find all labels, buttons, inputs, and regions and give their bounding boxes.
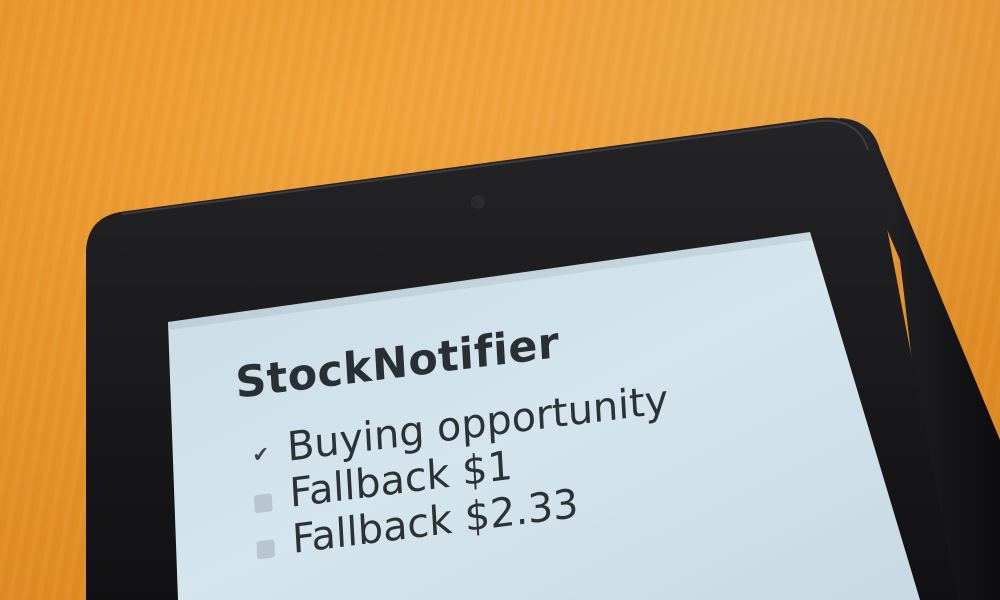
tablet-device: StockNotifier ✔ Buying opportunity Fallb… bbox=[0, 0, 1000, 600]
checkmark-glyph: ✔ bbox=[251, 441, 270, 468]
notification-list: ✔ Buying opportunity Fallback $1 Fallbac… bbox=[250, 377, 674, 568]
empty-checkbox-icon[interactable] bbox=[253, 493, 273, 514]
check-icon[interactable]: ✔ bbox=[251, 441, 270, 467]
front-camera bbox=[471, 195, 485, 209]
empty-checkbox-icon[interactable] bbox=[256, 539, 276, 560]
